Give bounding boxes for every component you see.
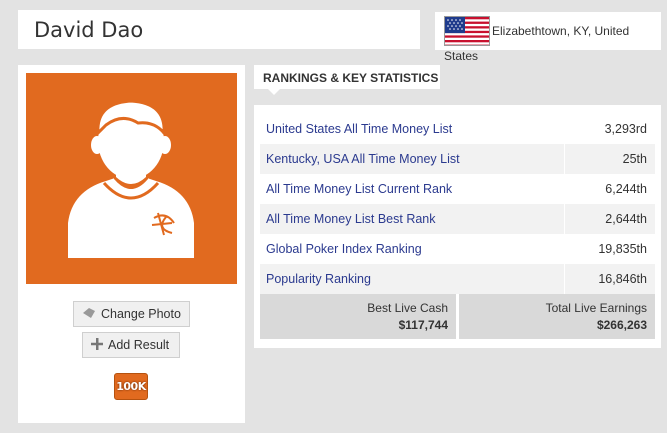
- change-photo-label: Change Photo: [101, 307, 181, 321]
- ranking-row: All Time Money List Best Rank 2,644th: [260, 204, 655, 234]
- ranking-value: 3,293rd: [564, 114, 655, 144]
- ranking-value: 19,835th: [564, 234, 655, 264]
- earnings-summary: Best Live Cash $117,744 Total Live Earni…: [260, 294, 655, 339]
- ranking-row: Popularity Ranking 16,846th: [260, 264, 655, 294]
- 100k-badge[interactable]: 100K: [114, 373, 148, 400]
- player-name-header: David Dao: [18, 10, 420, 49]
- player-name: David Dao: [34, 18, 144, 42]
- ranking-row: Kentucky, USA All Time Money List 25th: [260, 144, 655, 174]
- default-avatar-icon: [26, 73, 237, 284]
- badge-label: 100K: [116, 380, 146, 393]
- add-result-label: Add Result: [108, 338, 170, 352]
- ranking-label[interactable]: All Time Money List Current Rank: [260, 174, 564, 204]
- total-live-earnings: Total Live Earnings $266,263: [459, 294, 655, 339]
- rankings-tab: RANKINGS & KEY STATISTICS: [254, 65, 440, 95]
- ranking-label[interactable]: All Time Money List Best Rank: [260, 204, 564, 234]
- ranking-value: 16,846th: [564, 264, 655, 294]
- ranking-label[interactable]: Global Poker Index Ranking: [260, 234, 564, 264]
- total-live-earnings-label: Total Live Earnings: [545, 301, 647, 315]
- total-live-earnings-value: $266,263: [596, 318, 647, 332]
- rankings-panel: United States All Time Money List 3,293r…: [254, 105, 661, 348]
- best-live-cash-label: Best Live Cash: [367, 301, 448, 315]
- ranking-value: 25th: [564, 144, 655, 174]
- rankings-title: RANKINGS & KEY STATISTICS: [263, 71, 439, 85]
- location-text-cont: States: [444, 49, 479, 63]
- ranking-row: United States All Time Money List 3,293r…: [260, 114, 655, 144]
- add-result-button[interactable]: Add Result: [82, 332, 180, 358]
- ranking-value: 6,244th: [564, 174, 655, 204]
- ranking-value: 2,644th: [564, 204, 655, 234]
- plus-icon: [91, 337, 103, 353]
- best-live-cash-value: $117,744: [398, 318, 448, 332]
- location-text: Elizabethtown, KY, United: [492, 24, 630, 38]
- location-box: Elizabethtown, KY, United States: [435, 12, 661, 63]
- ranking-label[interactable]: Popularity Ranking: [260, 264, 564, 294]
- profile-panel: Change Photo Add Result 100K: [18, 65, 245, 423]
- ranking-label[interactable]: Kentucky, USA All Time Money List: [260, 144, 564, 174]
- camera-icon: [82, 307, 96, 322]
- change-photo-button[interactable]: Change Photo: [73, 301, 190, 327]
- ranking-label[interactable]: United States All Time Money List: [260, 114, 564, 144]
- ranking-row: Global Poker Index Ranking 19,835th: [260, 234, 655, 264]
- best-live-cash: Best Live Cash $117,744: [260, 294, 456, 339]
- us-flag-icon: [444, 16, 490, 46]
- ranking-row: All Time Money List Current Rank 6,244th: [260, 174, 655, 204]
